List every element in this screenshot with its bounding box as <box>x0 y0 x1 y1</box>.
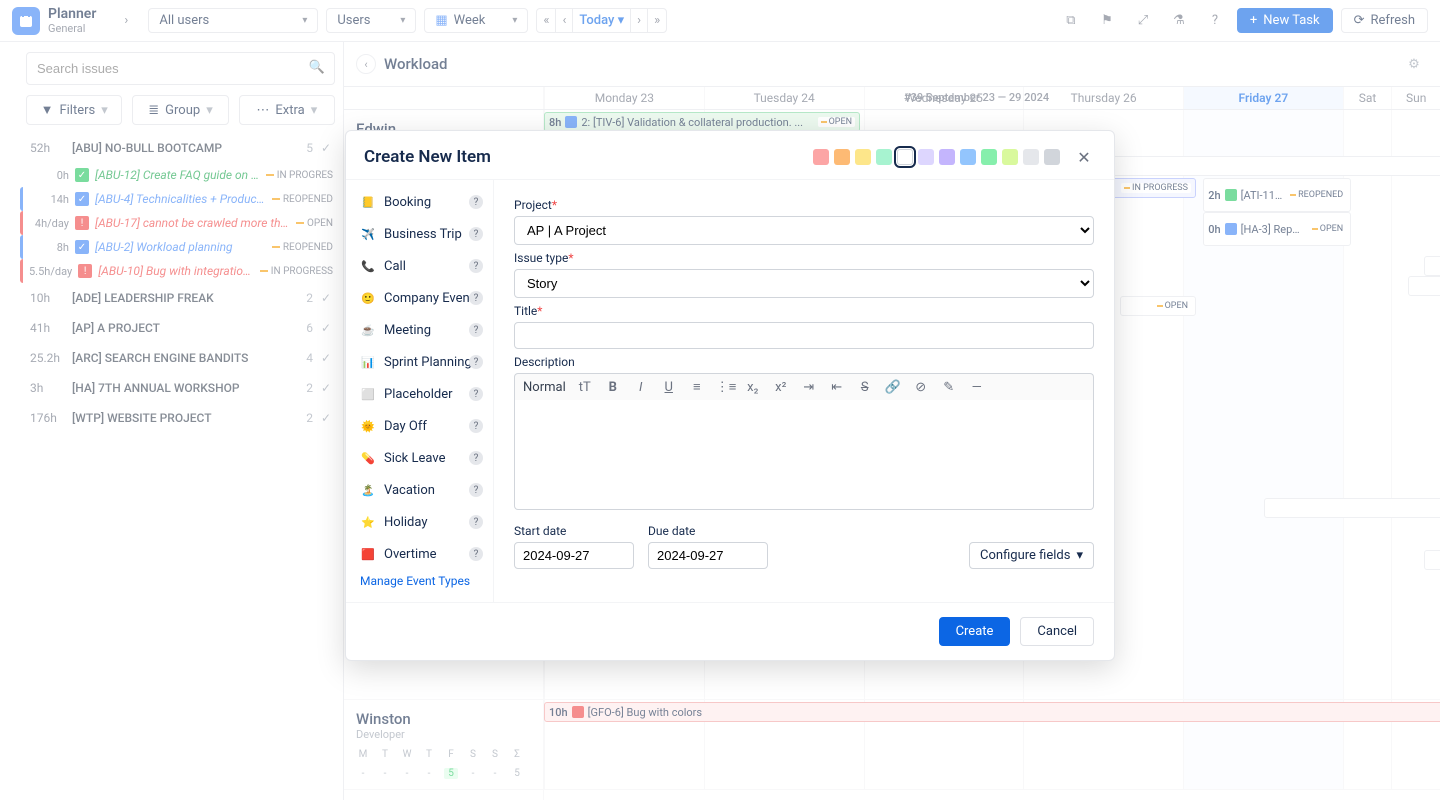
underline-icon[interactable]: U <box>660 380 678 395</box>
event-type-option[interactable]: 🏝️Vacation? <box>346 474 493 506</box>
color-swatch[interactable] <box>813 149 829 165</box>
text-style-select[interactable]: Normal <box>523 380 566 395</box>
modal-title: Create New Item <box>364 147 491 167</box>
help-icon[interactable]: ? <box>469 291 483 305</box>
create-item-modal: Create New Item ✕ 📒Booking? ✈️Business T… <box>345 130 1115 661</box>
event-type-option[interactable]: 🙂Company Event? <box>346 282 493 314</box>
description-label: Description <box>514 355 1094 369</box>
create-button[interactable]: Create <box>939 617 1011 646</box>
duedate-input[interactable] <box>648 542 768 569</box>
event-type-option[interactable]: ✈️Business Trip? <box>346 218 493 250</box>
help-icon[interactable]: ? <box>469 227 483 241</box>
unlink-icon[interactable]: ⊘ <box>912 380 930 395</box>
title-input[interactable] <box>514 322 1094 349</box>
startdate-input[interactable] <box>514 542 634 569</box>
italic-icon[interactable]: I <box>632 380 650 395</box>
event-type-option[interactable]: ⭐Holiday? <box>346 506 493 538</box>
event-type-option[interactable]: ☕Meeting? <box>346 314 493 346</box>
bold-icon[interactable]: B <box>604 380 622 395</box>
configure-fields-button[interactable]: Configure fields ▾ <box>969 542 1094 569</box>
indent-icon[interactable]: ⇥ <box>800 380 818 395</box>
help-icon[interactable]: ? <box>469 483 483 497</box>
duedate-label: Due date <box>648 524 768 538</box>
startdate-label: Start date <box>514 524 634 538</box>
color-swatch[interactable] <box>960 149 976 165</box>
color-swatch[interactable] <box>1002 149 1018 165</box>
project-label: Project* <box>514 198 1094 212</box>
event-type-option[interactable]: ⬜Placeholder? <box>346 378 493 410</box>
create-label: Create <box>956 624 994 639</box>
chevron-down-icon: ▾ <box>1076 548 1083 563</box>
color-swatch[interactable] <box>1023 149 1039 165</box>
issuetype-select[interactable]: Story <box>514 269 1094 298</box>
cancel-label: Cancel <box>1037 624 1077 639</box>
description-input[interactable] <box>514 400 1094 510</box>
strike-icon[interactable]: S <box>856 380 874 395</box>
manage-event-types-link[interactable]: Manage Event Types <box>346 570 493 596</box>
description-toolbar: Normal tT B I U ≡ ⋮≡ x₂ x² ⇥ ⇤ S 🔗 ⊘ ✎ — <box>514 373 1094 400</box>
help-icon[interactable]: ? <box>469 323 483 337</box>
help-icon[interactable]: ? <box>469 259 483 273</box>
issuetype-label: Issue type* <box>514 251 1094 265</box>
help-icon[interactable]: ? <box>469 355 483 369</box>
outdent-icon[interactable]: ⇤ <box>828 380 846 395</box>
numbered-list-icon[interactable]: ≡ <box>688 379 706 395</box>
subscript-icon[interactable]: x₂ <box>744 380 762 395</box>
event-type-option[interactable]: 📊Sprint Planning? <box>346 346 493 378</box>
title-label: Title* <box>514 304 1094 318</box>
bullet-list-icon[interactable]: ⋮≡ <box>716 379 734 395</box>
close-button[interactable]: ✕ <box>1072 145 1096 169</box>
event-type-option[interactable]: 📞Call? <box>346 250 493 282</box>
color-swatch[interactable] <box>855 149 871 165</box>
help-icon[interactable]: ? <box>469 547 483 561</box>
hr-icon[interactable]: — <box>968 380 986 395</box>
help-icon[interactable]: ? <box>469 419 483 433</box>
color-swatch[interactable] <box>939 149 955 165</box>
event-type-option[interactable]: 🟥Overtime? <box>346 538 493 570</box>
color-swatch[interactable] <box>1044 149 1060 165</box>
event-type-option[interactable]: 💊Sick Leave? <box>346 442 493 474</box>
help-icon[interactable]: ? <box>469 515 483 529</box>
color-swatch[interactable] <box>981 149 997 165</box>
link-icon[interactable]: 🔗 <box>884 380 902 395</box>
help-icon[interactable]: ? <box>469 387 483 401</box>
clear-format-icon[interactable]: ✎ <box>940 380 958 395</box>
event-type-option[interactable]: 🌞Day Off? <box>346 410 493 442</box>
event-type-option[interactable]: 📒Booking? <box>346 186 493 218</box>
help-icon[interactable]: ? <box>469 195 483 209</box>
configure-fields-label: Configure fields <box>980 548 1070 563</box>
color-swatch[interactable] <box>834 149 850 165</box>
event-type-list: 📒Booking? ✈️Business Trip? 📞Call? 🙂Compa… <box>346 180 494 602</box>
help-icon[interactable]: ? <box>469 451 483 465</box>
textsize-icon[interactable]: tT <box>576 380 594 395</box>
color-swatch[interactable] <box>918 149 934 165</box>
color-swatch[interactable] <box>897 149 913 165</box>
project-select[interactable]: AP | A Project <box>514 216 1094 245</box>
cancel-button[interactable]: Cancel <box>1020 617 1094 646</box>
superscript-icon[interactable]: x² <box>772 380 790 395</box>
color-swatches <box>813 149 1060 165</box>
color-swatch[interactable] <box>876 149 892 165</box>
